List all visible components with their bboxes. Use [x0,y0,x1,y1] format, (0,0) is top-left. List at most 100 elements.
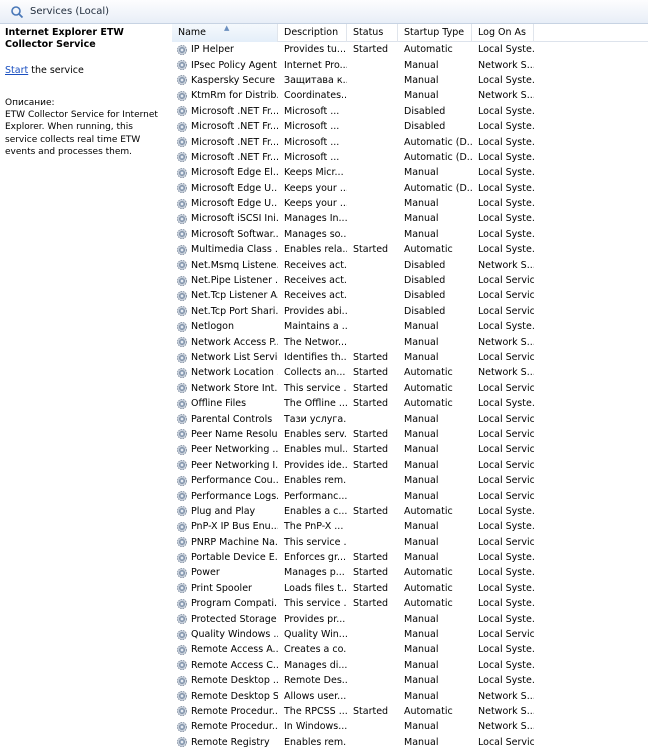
service-row[interactable]: Plug and Play Enables a c... Started Aut… [172,504,648,519]
service-row[interactable]: Remote Desktop ... Remote Des... Manual … [172,673,648,688]
service-gear-icon [177,383,187,394]
service-row[interactable]: Offline Files The Offline ... Started Au… [172,396,648,411]
service-name: Microsoft Edge U... [191,198,278,210]
service-name-cell: Net.Tcp Port Shari... [172,304,278,319]
service-name: Network Location ... [191,367,278,379]
service-row[interactable]: PNRP Machine Na... This service ... Manu… [172,535,648,550]
service-row[interactable]: Network Access P... The Networ... Manual… [172,334,648,349]
service-gear-icon [177,198,187,209]
service-log-on-as-cell: Network S... [478,690,534,702]
service-gear-icon [177,644,187,655]
service-log-on-as-cell: Local Service [478,459,534,471]
service-row[interactable]: Net.Tcp Listener A... Receives act... Di… [172,288,648,303]
column-header-startup-type[interactable]: Startup Type [398,24,472,42]
service-row[interactable]: Remote Registry Enables rem... Manual Lo… [172,735,648,750]
service-status-cell: Started [353,444,389,456]
service-description-cell: Provides pr... [284,613,346,625]
service-row[interactable]: Microsoft Edge U... Keeps your ... Autom… [172,181,648,196]
column-header-status[interactable]: Status [347,24,398,42]
service-name: Peer Networking ... [191,444,278,456]
service-row[interactable]: Peer Networking ... Enables mul... Start… [172,442,648,457]
service-gear-icon [177,244,187,255]
service-row[interactable]: Net.Msmq Listene... Receives act... Disa… [172,257,648,272]
service-row[interactable]: Network Store Int... This service ... St… [172,381,648,396]
start-service-link[interactable]: Start [5,65,28,76]
column-header-description[interactable]: Description [278,24,347,42]
description-label: Описание: [5,98,55,108]
service-row[interactable]: Microsoft .NET Fr... Microsoft ... Disab… [172,119,648,134]
service-name: KtmRm for Distrib... [191,90,278,102]
services-rows: IP Helper Provides tu... Started Automat… [172,42,648,750]
service-row[interactable]: Microsoft iSCSI Ini... Manages In... Man… [172,211,648,226]
service-row[interactable]: Net.Tcp Port Shari... Provides abi... Di… [172,304,648,319]
service-row[interactable]: Microsoft .NET Fr... Microsoft ... Disab… [172,104,648,119]
service-description-cell: The RPCSS ... [284,705,347,717]
service-gear-icon [177,706,187,717]
service-name-cell: Print Spooler [172,581,278,596]
service-name: Program Compati... [191,598,278,610]
service-name-cell: Peer Name Resolu... [172,427,278,442]
service-row[interactable]: Power Manages p... Started Automatic Loc… [172,565,648,580]
service-description-cell: Allows user... [284,690,347,702]
service-row[interactable]: Microsoft Edge U... Keeps your ... Manua… [172,196,648,211]
service-row[interactable]: Remote Procedur... The RPCSS ... Started… [172,704,648,719]
service-name-cell: Net.Pipe Listener ... [172,273,278,288]
service-row[interactable]: Microsoft .NET Fr... Microsoft ... Autom… [172,150,648,165]
column-header-log-on-as[interactable]: Log On As [472,24,534,42]
service-row[interactable]: Microsoft .NET Fr... Microsoft ... Autom… [172,134,648,149]
service-gear-icon [177,691,187,702]
service-row[interactable]: Kaspersky Secure ... Защитава к... Manua… [172,73,648,88]
service-gear-icon [177,506,187,517]
service-log-on-as-cell: Local Syste... [478,659,534,671]
service-log-on-as-cell: Local Syste... [478,321,534,333]
service-name-cell: Remote Access C... [172,658,278,673]
service-row[interactable]: Netlogon Maintains a ... Manual Local Sy… [172,319,648,334]
service-row[interactable]: Multimedia Class ... Enables rela... Sta… [172,242,648,257]
service-row[interactable]: Microsoft Edge El... Keeps Micr... Manua… [172,165,648,180]
service-row[interactable]: Quality Windows ... Quality Win... Manua… [172,627,648,642]
service-row[interactable]: Net.Pipe Listener ... Receives act... Di… [172,273,648,288]
service-description-cell: Microsoft ... [284,151,340,163]
service-name: Net.Tcp Listener A... [191,290,278,302]
service-row[interactable]: Remote Access A... Creates a co... Manua… [172,642,648,657]
service-details-pane: Internet Explorer ETW Collector Service … [0,24,170,750]
service-row[interactable]: PnP-X IP Bus Enu... The PnP-X ... Manual… [172,519,648,534]
service-row[interactable]: Peer Name Resolu... Enables serv... Star… [172,427,648,442]
service-startup-type-cell: Manual [404,213,439,225]
service-description-cell: Keeps your ... [284,198,347,210]
service-row[interactable]: Remote Desktop S... Allows user... Manua… [172,688,648,703]
service-row[interactable]: Peer Networking I... Provides ide... Sta… [172,458,648,473]
service-gear-icon [177,167,187,178]
service-row[interactable]: Performance Logs... Performanc... Manual… [172,488,648,503]
service-log-on-as-cell: Network S... [478,259,534,271]
service-row[interactable]: Remote Procedur... In Windows... Manual … [172,719,648,734]
service-startup-type-cell: Manual [404,629,439,641]
service-gear-icon [177,721,187,732]
service-name: Remote Access A... [191,644,278,656]
service-gear-icon [177,552,187,563]
column-header-name[interactable]: Name ▲ [172,24,278,42]
service-gear-icon [177,567,187,578]
service-row[interactable]: Portable Device E... Enforces gr... Star… [172,550,648,565]
service-name: Microsoft iSCSI Ini... [191,213,278,225]
service-name: Microsoft .NET Fr... [191,151,278,163]
service-row[interactable]: Program Compati... This service ... Star… [172,596,648,611]
service-name-cell: Network Access P... [172,335,278,350]
service-row[interactable]: Remote Access C... Manages di... Manual … [172,658,648,673]
service-row[interactable]: Print Spooler Loads files t... Started A… [172,581,648,596]
service-row[interactable]: Parental Controls Тази услуга... Manual … [172,411,648,426]
service-startup-type-cell: Manual [404,352,439,363]
service-row[interactable]: KtmRm for Distrib... Coordinates... Manu… [172,88,648,103]
service-row[interactable]: Microsoft Softwar... Manages so... Manua… [172,227,648,242]
service-status-cell: Started [353,505,389,517]
service-row[interactable]: IP Helper Provides tu... Started Automat… [172,42,648,57]
service-row[interactable]: Network Location ... Collects an... Star… [172,365,648,380]
service-log-on-as-cell: Local Syste... [478,521,534,533]
service-row[interactable]: IPsec Policy Agent Internet Pro... Manua… [172,57,648,72]
service-row[interactable]: Performance Cou... Enables rem... Manual… [172,473,648,488]
service-description-cell: Receives act... [284,275,347,287]
service-name-cell: Peer Networking I... [172,458,278,473]
service-row[interactable]: Protected Storage Provides pr... Manual … [172,611,648,626]
service-log-on-as-cell: Network S... [478,336,534,348]
service-row[interactable]: Network List Service Identifies th... St… [172,350,648,365]
